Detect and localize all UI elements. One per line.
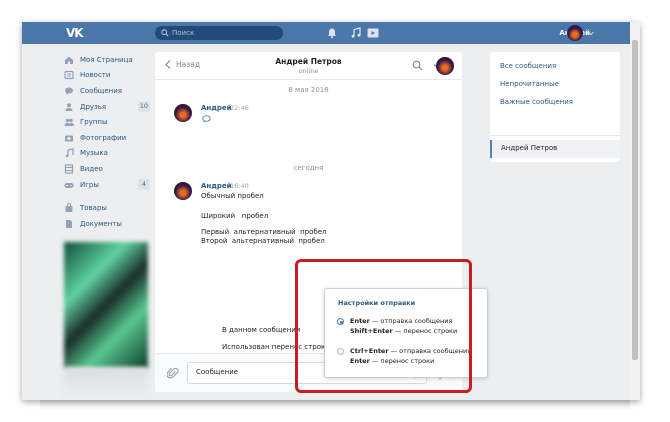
nav-item-label: Музыка	[80, 149, 108, 158]
nav-item-label: Документы	[80, 219, 122, 228]
home-icon	[65, 56, 73, 64]
nav-item-label: Группы	[80, 118, 108, 127]
messages-icon	[65, 87, 73, 95]
nav-item-messages[interactable]: Сообщения	[60, 83, 150, 99]
user-avatar[interactable]	[567, 25, 583, 41]
filter-important[interactable]: Важные сообщения	[500, 98, 573, 106]
message-text: В данном сообщении	[222, 326, 301, 334]
nav-item-friends[interactable]: Друзья 10	[60, 99, 150, 115]
right-sidebar: Все сообщения Непрочитанные Важные сообщ…	[490, 52, 620, 162]
nav-item-groups[interactable]: Группы	[60, 114, 150, 130]
nav-item-label: Игры	[80, 180, 99, 189]
search-icon	[161, 29, 169, 37]
news-icon	[64, 71, 74, 80]
voice-message-icon[interactable]	[202, 115, 211, 123]
message-text: Широкий пробел	[201, 212, 269, 220]
groups-icon	[64, 118, 74, 127]
nav-divider	[60, 192, 150, 200]
chevron-down-icon[interactable]	[587, 29, 595, 37]
contact-avatar[interactable]	[436, 57, 454, 75]
music-note-icon[interactable]	[350, 27, 362, 39]
message-text: Обычный пробел	[201, 192, 264, 200]
search-icon[interactable]	[412, 60, 423, 71]
nav-item-label: Новости	[80, 71, 111, 80]
nav-item-label: Друзья	[80, 102, 107, 111]
date-separator: 8 мая 2018	[288, 86, 329, 94]
nav-item-music[interactable]: Музыка	[60, 146, 150, 162]
nav-item-documents[interactable]: Документы	[60, 216, 150, 232]
nav-item-my-page[interactable]: Моя Страница	[60, 52, 150, 68]
search-placeholder: Поиск	[172, 29, 195, 37]
doc-icon	[66, 219, 72, 228]
nav-item-games[interactable]: Игры 4	[60, 177, 150, 193]
blurred-ad-caption	[64, 368, 148, 400]
music-icon	[65, 148, 74, 158]
friends-icon	[65, 102, 73, 111]
bag-icon	[65, 203, 73, 213]
nav-item-photos[interactable]: Фотографии	[60, 130, 150, 146]
message-input-placeholder: Сообщение	[196, 368, 239, 376]
play-icon[interactable]	[367, 27, 379, 39]
active-conversation-item[interactable]: Андрей Петров	[490, 140, 620, 158]
games-count-badge: 4	[138, 178, 150, 190]
nav-item-goods[interactable]: Товары	[60, 200, 150, 216]
message-time: 22:46	[230, 104, 249, 112]
nav-item-news[interactable]: Новости	[60, 68, 150, 84]
highlight-frame	[295, 259, 472, 393]
message-time: 16:40	[230, 182, 249, 190]
filter-unread[interactable]: Непрочитанные	[500, 80, 559, 88]
active-conversation-label: Андрей Петров	[501, 144, 558, 152]
message-avatar[interactable]	[174, 104, 192, 122]
blurred-ad-image[interactable]	[64, 242, 148, 368]
nav-item-video[interactable]: Видео	[60, 161, 150, 177]
camera-icon	[65, 135, 73, 142]
top-bar: VK Поиск Андрей	[22, 22, 640, 44]
chat-header: Назад Андрей Петров online	[155, 52, 462, 80]
nav-item-label: Сообщения	[80, 86, 123, 95]
search-input[interactable]: Поиск	[155, 26, 283, 40]
message-author[interactable]: Андрей	[201, 104, 232, 112]
nav-item-label: Моя Страница	[80, 55, 133, 64]
video-icon	[64, 164, 74, 174]
right-sidebar-divider	[490, 135, 620, 136]
filter-all-messages[interactable]: Все сообщения	[500, 62, 556, 70]
nav-item-label: Фотографии	[80, 133, 127, 142]
games-icon	[64, 182, 74, 188]
friends-count-badge: 10	[137, 100, 150, 112]
left-sidebar: Моя Страница Новости Сообщения Друзья 10…	[60, 52, 150, 232]
scrollbar-thumb[interactable]	[632, 40, 638, 360]
nav-item-label: Видео	[80, 164, 103, 173]
date-separator: сегодня	[293, 164, 324, 172]
attach-icon[interactable]	[167, 367, 179, 380]
bell-icon[interactable]	[326, 27, 338, 39]
message-text: Второй альтернативный пробел	[201, 237, 325, 245]
message-avatar[interactable]	[174, 182, 192, 200]
message-author[interactable]: Андрей	[201, 182, 232, 190]
nav-item-label: Товары	[80, 204, 107, 213]
vk-logo[interactable]: VK	[66, 25, 92, 41]
